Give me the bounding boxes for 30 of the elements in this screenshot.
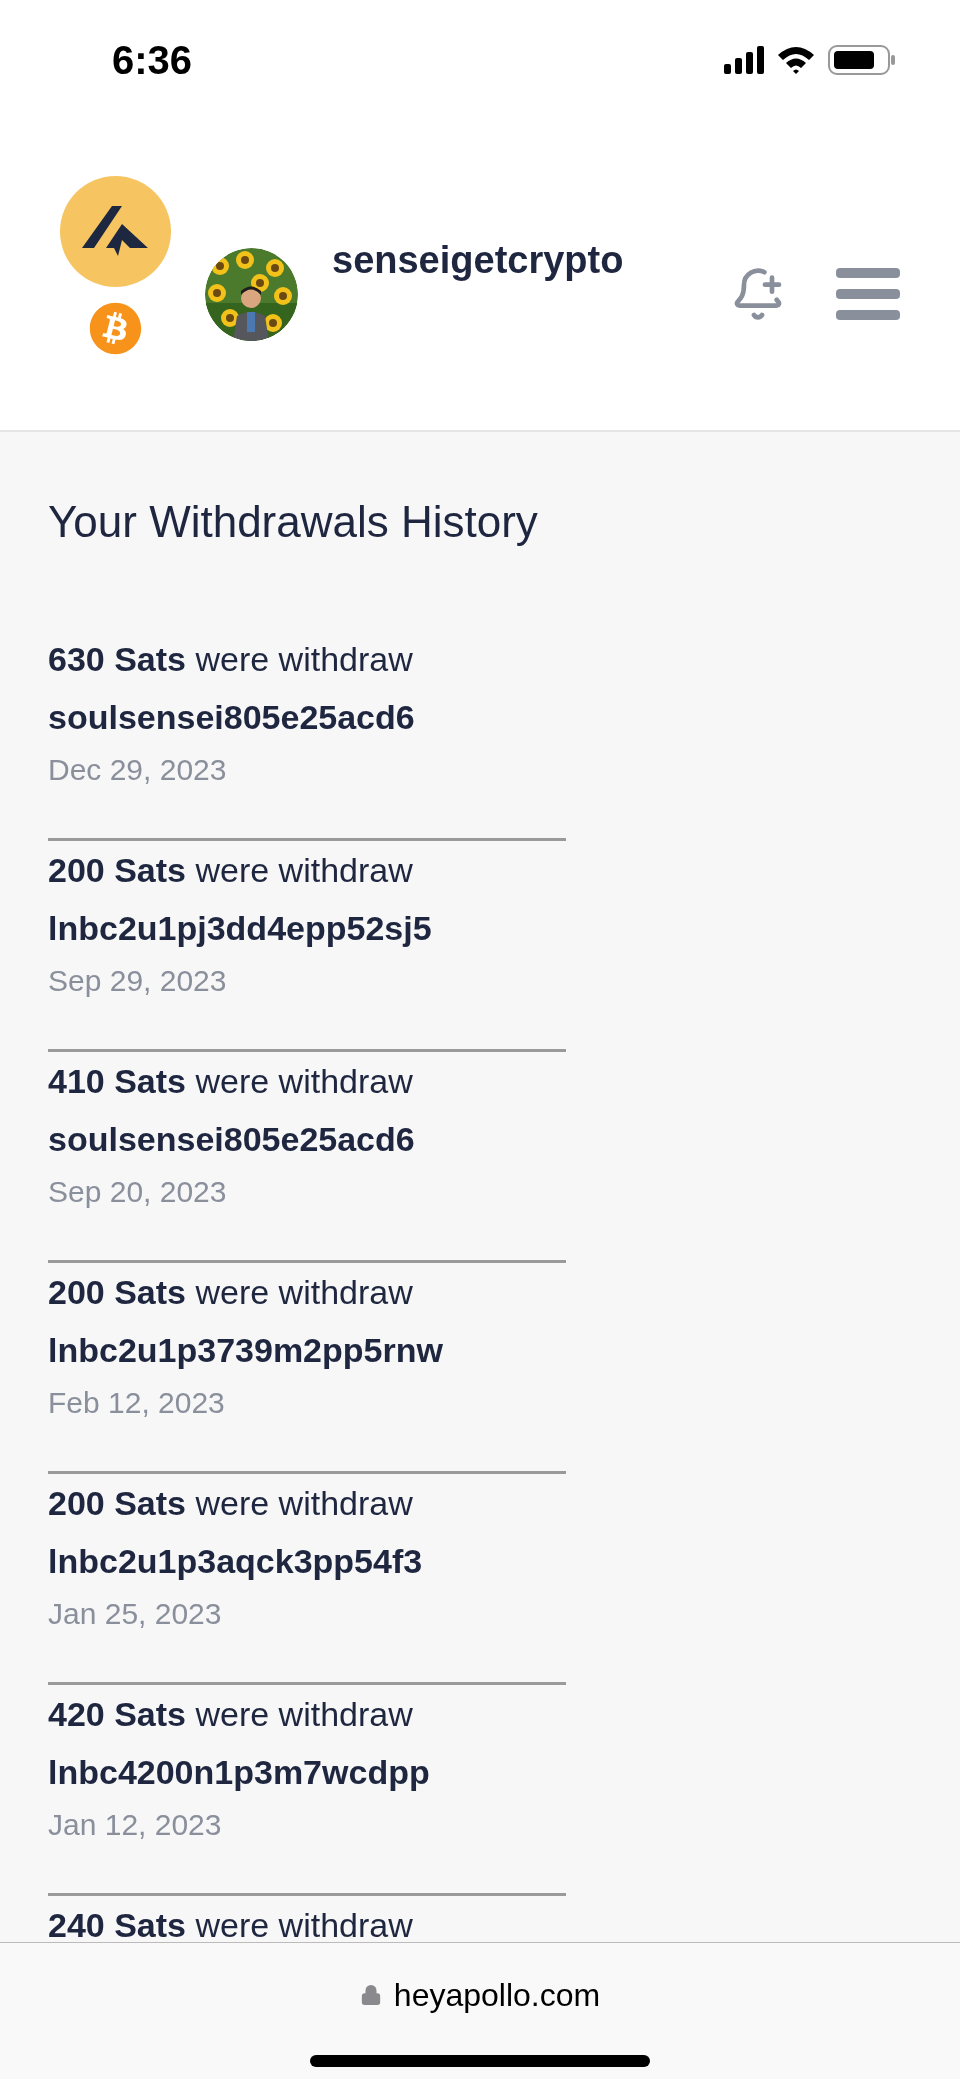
withdrawal-date: Feb 12, 2023	[48, 1385, 226, 1421]
withdrawal-date: Sep 20, 2023	[48, 1174, 228, 1210]
withdrawal-destination: lnbc2u1p3739m2pp5rnw	[48, 1330, 444, 1371]
withdrawal-summary: 410 Sats were withdraw	[48, 1061, 414, 1102]
bitcoin-icon	[89, 302, 142, 355]
status-time: 6:36	[112, 37, 193, 84]
withdrawal-destination: soulsensei805e25acd6	[48, 1119, 416, 1160]
withdrawal-destination: soulsensei805e25acd6	[48, 697, 416, 738]
battery-icon	[828, 45, 896, 75]
page-title: Your Withdrawals History	[48, 496, 539, 548]
withdrawal-summary: 200 Sats were withdraw	[48, 1272, 414, 1313]
withdrawal-date: Jan 25, 2023	[48, 1596, 223, 1632]
withdrawal-date: Sep 29, 2023	[48, 963, 228, 999]
lock-icon	[359, 1984, 382, 2006]
signal-icon	[724, 46, 764, 74]
url-text[interactable]: heyapollo.com	[393, 1971, 601, 2019]
withdrawal-summary: 630 Sats were withdraw	[48, 639, 414, 680]
withdrawal-date: Jan 12, 2023	[48, 1807, 223, 1843]
withdrawal-date: Dec 29, 2023	[48, 752, 228, 788]
username: senseigetcrypto	[332, 238, 624, 283]
withdrawal-summary: 420 Sats were withdraw	[48, 1694, 414, 1735]
withdrawal-summary: 240 Sats were withdraw	[48, 1905, 414, 1946]
withdrawal-summary: 200 Sats were withdraw	[48, 850, 414, 891]
wifi-icon	[776, 45, 816, 75]
withdrawal-summary: 200 Sats were withdraw	[48, 1483, 414, 1524]
menu-icon[interactable]	[836, 266, 900, 322]
withdrawal-destination: lnbc2u1p3aqck3pp54f3	[48, 1541, 424, 1582]
logo-icon	[60, 176, 171, 287]
withdrawal-destination: lnbc2u1pj3dd4epp52sj5	[48, 908, 433, 949]
withdrawal-destination: lnbc4200n1p3m7wcdpp	[48, 1752, 431, 1793]
